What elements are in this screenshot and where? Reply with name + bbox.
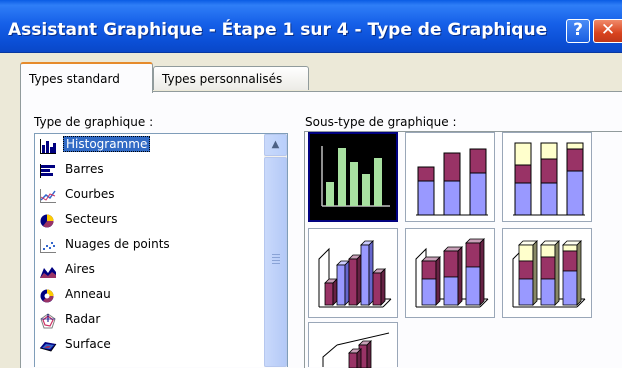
list-item-label: Secteurs xyxy=(65,212,118,226)
stacked-column-3d-thumbnail xyxy=(415,238,489,308)
list-item-histogramme[interactable]: Histogramme xyxy=(37,134,265,158)
line-chart-icon xyxy=(40,189,56,203)
list-item-nuages-de-points[interactable]: Nuages de points xyxy=(37,234,265,258)
column-3d-thumbnail xyxy=(322,332,390,368)
thumb-grip xyxy=(272,257,280,258)
clustered-column-3d-thumbnail xyxy=(318,240,392,308)
list-item-radar[interactable]: Radar xyxy=(37,309,265,333)
list-item-label: Courbes xyxy=(65,187,115,201)
chart-type-label: Type de graphique : xyxy=(34,115,154,129)
list-item-barres[interactable]: Barres xyxy=(37,159,265,183)
subtype-stacked-column-100[interactable] xyxy=(502,132,592,222)
list-item-surface[interactable]: Surface xyxy=(37,334,265,358)
chart-type-list[interactable]: Histogramme Barres Courbes Secteurs Nuag… xyxy=(34,133,288,367)
column-chart-icon xyxy=(39,138,57,154)
subtype-stacked-column-3d-effect[interactable] xyxy=(405,228,495,318)
clustered-column-thumbnail xyxy=(321,146,390,207)
list-item-label: Aires xyxy=(65,262,95,276)
bar-chart-icon xyxy=(40,164,55,178)
tab-types-standard[interactable]: Types standard xyxy=(20,62,153,93)
subtype-stacked-column[interactable] xyxy=(405,132,495,222)
scatter-chart-icon xyxy=(40,239,56,253)
thumb-grip xyxy=(272,263,280,264)
list-item-label: Radar xyxy=(65,312,101,326)
radar-chart-icon xyxy=(40,313,56,329)
list-item-secteurs[interactable]: Secteurs xyxy=(37,209,265,233)
subtype-clustered-column-3d-effect[interactable] xyxy=(308,228,398,318)
list-item-label: Surface xyxy=(65,337,111,351)
surface-chart-icon xyxy=(39,342,57,352)
list-item-aires[interactable]: Aires xyxy=(37,259,265,283)
title-bar[interactable]: Assistant Graphique - Étape 1 sur 4 - Ty… xyxy=(0,0,622,53)
list-scrollbar[interactable]: ▲ xyxy=(264,134,287,367)
list-item-label: Barres xyxy=(65,162,104,176)
scroll-thumb[interactable] xyxy=(264,157,287,367)
help-button[interactable]: ? xyxy=(566,19,590,43)
scroll-up-button[interactable]: ▲ xyxy=(264,134,287,156)
list-item-anneau[interactable]: Anneau xyxy=(37,284,265,308)
stacked-column-100-thumbnail xyxy=(513,142,585,216)
stacked-column-thumbnail xyxy=(416,148,488,216)
stacked-column-100-3d-thumbnail xyxy=(512,240,586,308)
area-chart-icon xyxy=(40,267,56,278)
list-item-label: Nuages de points xyxy=(65,237,170,251)
close-button[interactable]: ✕ xyxy=(593,19,622,43)
subtype-column-3d[interactable] xyxy=(308,322,398,368)
pie-chart-icon xyxy=(40,214,54,228)
doughnut-chart-icon xyxy=(40,289,54,303)
thumb-grip xyxy=(272,254,280,255)
subtype-label: Sous-type de graphique : xyxy=(305,115,457,129)
thumb-grip xyxy=(272,260,280,261)
subtype-stacked-column-100-3d-effect[interactable] xyxy=(502,228,592,318)
window-title: Assistant Graphique - Étape 1 sur 4 - Ty… xyxy=(8,20,548,40)
tab-types-personnalises[interactable]: Types personnalisés xyxy=(153,66,309,90)
list-item-courbes[interactable]: Courbes xyxy=(37,184,265,208)
subtype-clustered-column[interactable] xyxy=(308,132,398,222)
list-item-label: Anneau xyxy=(65,287,111,301)
list-item-label: Histogramme xyxy=(63,136,151,152)
